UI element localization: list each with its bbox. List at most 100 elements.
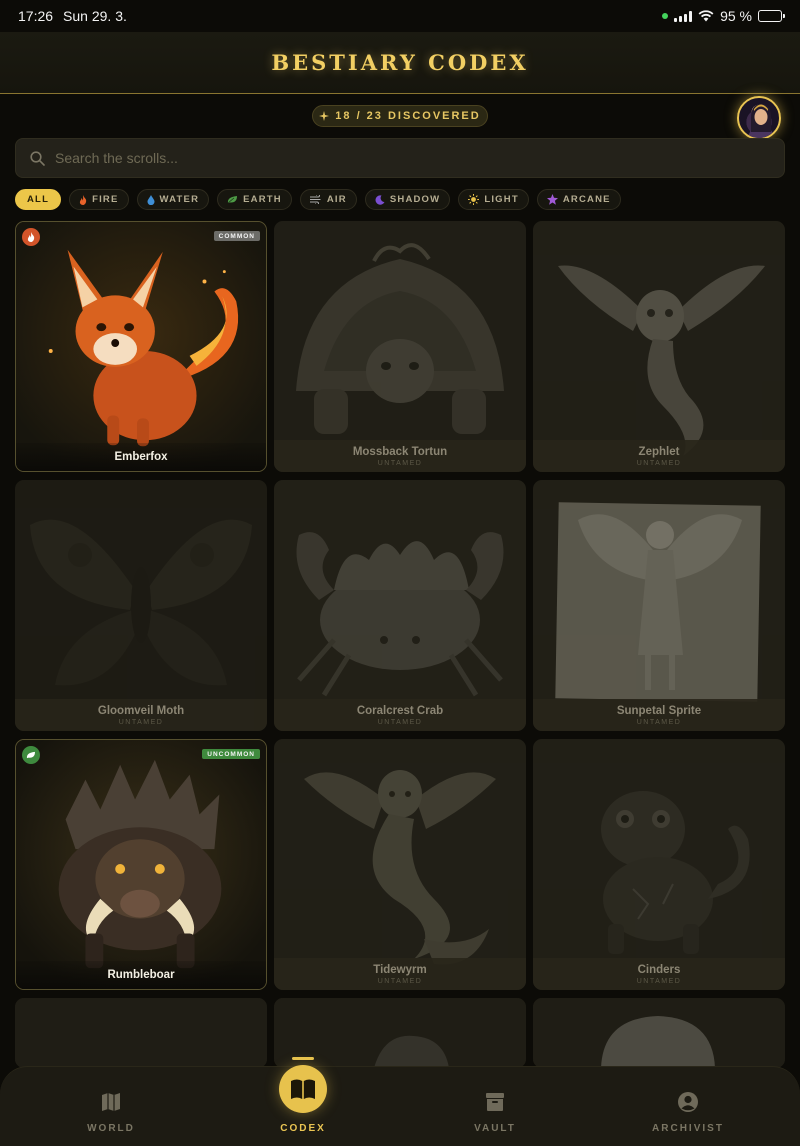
chip-label: ARCANE (562, 194, 611, 205)
chip-label: SHADOW (389, 194, 441, 205)
chip-label: ALL (27, 194, 50, 205)
creature-status: UNTAMED (377, 459, 423, 467)
rarity-badge: UNCOMMON (202, 749, 260, 759)
status-date: Sun 29. 3. (63, 8, 127, 24)
filter-chip-light[interactable]: LIGHT (458, 189, 529, 210)
fire-element-badge (22, 228, 40, 246)
codex-active-button (279, 1057, 327, 1113)
discovered-label: 18 / 23 DISCOVERED (335, 110, 481, 122)
battery-icon (758, 10, 785, 22)
nav-codex[interactable]: CODEX (243, 1057, 363, 1134)
creature-silhouette (533, 998, 785, 1068)
battery-percent: 95 % (720, 8, 752, 24)
search-icon (30, 150, 45, 166)
flame-icon (79, 194, 87, 205)
star-icon (546, 194, 558, 205)
creature-silhouette (533, 221, 785, 472)
creature-name: Coralcrest Crab (356, 704, 444, 717)
discovered-counter: 18 / 23 DISCOVERED (312, 105, 488, 127)
nav-label: CODEX (280, 1123, 326, 1134)
privacy-dot-icon (662, 13, 669, 19)
creature-illustration (16, 222, 266, 471)
creature-silhouette (274, 480, 526, 731)
bottom-navigation: WORLD CODEX VAULT ARCHIVIST (0, 1057, 800, 1146)
chip-label: EARTH (243, 194, 282, 205)
nav-label: ARCHIVIST (652, 1123, 724, 1134)
chip-label: AIR (326, 194, 347, 205)
chip-label: FIRE (92, 194, 119, 205)
page-title: BESTIARY CODEX (271, 50, 529, 75)
creature-silhouette (15, 480, 267, 731)
filter-chip-all[interactable]: ALL (15, 189, 62, 210)
cellular-signal-icon (674, 10, 693, 22)
app-header: BESTIARY CODEX (0, 32, 800, 94)
wind-icon (309, 195, 321, 204)
earth-element-badge (22, 746, 40, 764)
creature-card-coralcrest-crab[interactable]: Coralcrest Crab UNTAMED (274, 480, 526, 731)
creature-card-rumbleboar[interactable]: UNCOMMON Rumbleboar (15, 739, 267, 990)
creature-silhouette (533, 480, 785, 731)
map-icon (102, 1093, 120, 1111)
search-input[interactable] (55, 150, 735, 166)
creature-card-cinders[interactable]: Cinders UNTAMED (533, 739, 785, 990)
filter-chip-fire[interactable]: FIRE (69, 189, 129, 210)
creature-status: UNTAMED (377, 718, 423, 726)
creature-name: Cinders (637, 963, 681, 976)
creature-silhouette (274, 221, 526, 472)
nav-vault[interactable]: VAULT (435, 1091, 555, 1134)
filter-chip-arcane[interactable]: ARCANE (536, 189, 621, 210)
creature-illustration (16, 740, 266, 989)
filter-chip-shadow[interactable]: SHADOW (364, 189, 451, 210)
creature-name: Mossback Tortun (352, 445, 448, 458)
leaf-icon (227, 196, 238, 204)
chip-label: LIGHT (484, 194, 519, 205)
creature-silhouette (274, 739, 526, 990)
filter-chip-water[interactable]: WATER (136, 189, 210, 210)
creature-name: Zephlet (638, 445, 680, 458)
creature-grid: COMMON Emberfox Mossback Tortun UNTAMED … (15, 221, 785, 1068)
creature-card[interactable] (15, 998, 267, 1068)
droplet-icon (147, 194, 155, 205)
creature-silhouette (533, 739, 785, 990)
profile-avatar[interactable] (737, 96, 781, 140)
creature-name: Gloomveil Moth (97, 704, 185, 717)
creature-name: Sunpetal Sprite (616, 704, 702, 717)
creature-status: UNTAMED (636, 718, 682, 726)
search-bar[interactable] (15, 138, 785, 178)
sparkle-icon (319, 111, 330, 121)
creature-card-tidewyrm[interactable]: Tidewyrm UNTAMED (274, 739, 526, 990)
archive-box-icon (486, 1093, 504, 1111)
creature-card-gloomveil-moth[interactable]: Gloomveil Moth UNTAMED (15, 480, 267, 731)
sun-icon (468, 194, 480, 205)
moon-icon (375, 194, 385, 205)
creature-status: UNTAMED (636, 459, 682, 467)
book-icon (291, 1079, 315, 1099)
nav-world[interactable]: WORLD (51, 1091, 171, 1134)
status-time: 17:26 (18, 8, 54, 24)
creature-name: Rumbleboar (107, 969, 175, 981)
creature-status: UNTAMED (636, 977, 682, 985)
creature-card-mossback-tortun[interactable]: Mossback Tortun UNTAMED (274, 221, 526, 472)
status-bar: 17:26 Sun 29. 3. 95 % (0, 0, 800, 32)
filter-chip-earth[interactable]: EARTH (217, 189, 292, 210)
nav-label: WORLD (87, 1123, 135, 1134)
creature-card-emberfox[interactable]: COMMON Emberfox (15, 221, 267, 472)
creature-silhouette (15, 998, 267, 1068)
creature-status: UNTAMED (118, 718, 164, 726)
leaf-icon (26, 751, 35, 759)
creature-status: UNTAMED (377, 977, 423, 985)
element-filter-chips: ALL FIRE WATER EARTH AIR SHADOW LIGHT AR… (15, 189, 621, 210)
rarity-badge: COMMON (213, 231, 260, 241)
creature-name: Tidewyrm (373, 963, 427, 976)
wifi-icon (698, 10, 714, 22)
creature-card-zephlet[interactable]: Zephlet UNTAMED (533, 221, 785, 472)
filter-chip-air[interactable]: AIR (299, 189, 357, 210)
nav-archivist[interactable]: ARCHIVIST (628, 1091, 748, 1134)
flame-icon (27, 232, 35, 242)
creature-name: Emberfox (114, 451, 168, 463)
nav-label: VAULT (474, 1123, 516, 1134)
creature-card-sunpetal-sprite[interactable]: Sunpetal Sprite UNTAMED (533, 480, 785, 731)
creature-card[interactable] (533, 998, 785, 1068)
user-circle-icon (678, 1092, 698, 1112)
chip-label: WATER (159, 194, 200, 205)
